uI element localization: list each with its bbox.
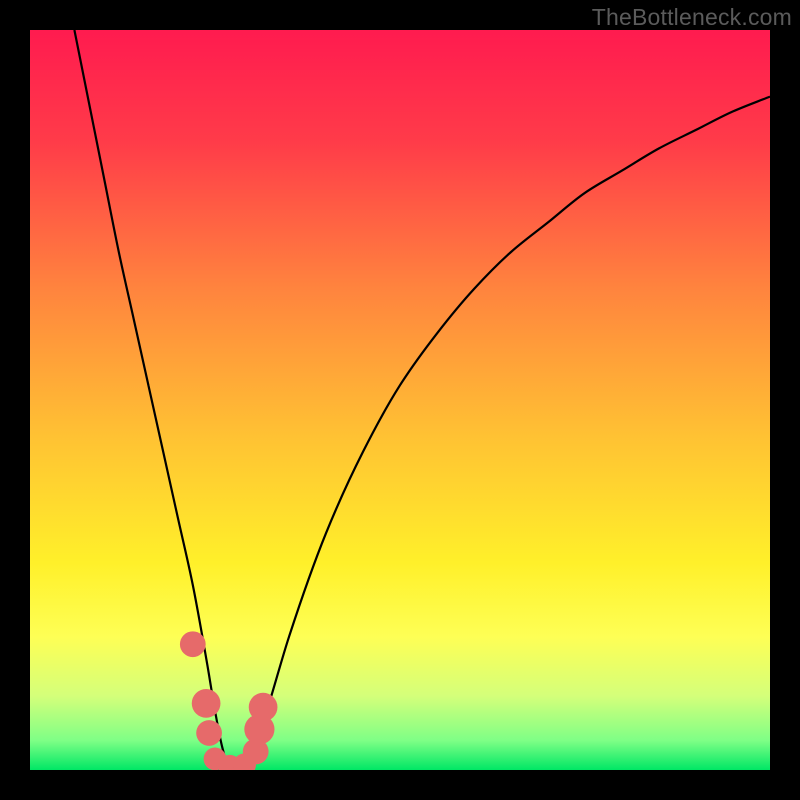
curve-layer <box>30 30 770 770</box>
bottleneck-curve <box>74 30 770 770</box>
curve-marker <box>196 720 222 746</box>
curve-marker <box>180 631 206 657</box>
curve-marker <box>249 693 278 722</box>
curve-marker <box>192 689 221 718</box>
curve-markers <box>180 631 278 770</box>
watermark-text: TheBottleneck.com <box>592 4 792 31</box>
plot-area <box>30 30 770 770</box>
chart-frame: TheBottleneck.com <box>0 0 800 800</box>
